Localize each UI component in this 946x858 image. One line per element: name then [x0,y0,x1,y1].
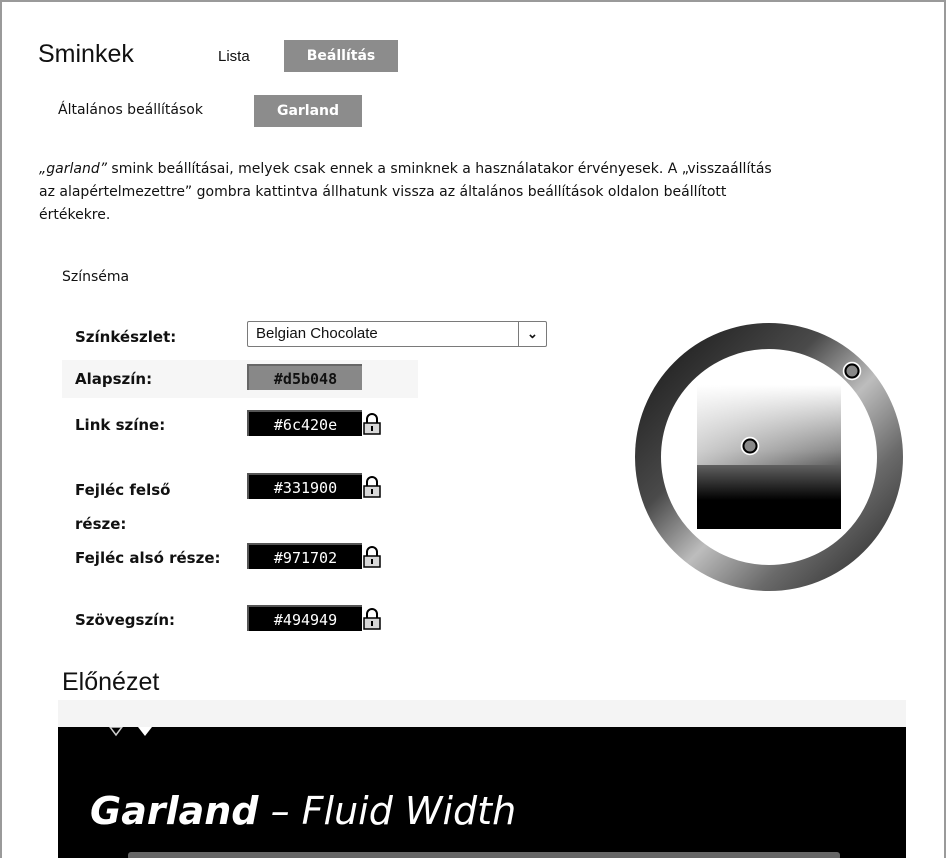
saturation-marker[interactable] [742,438,758,454]
lock-icon[interactable] [362,413,382,435]
header-bottom-label: Fejléc alsó része: [75,549,221,567]
color-wheel-picker[interactable] [634,322,904,592]
preview-site-slogan: – Fluid Width [258,789,517,833]
subtab-general[interactable]: Általános beállítások [58,102,203,118]
tab-settings[interactable]: Beállítás [284,40,398,72]
description-line-2: az alapértelmezettre” gombra kattintva á… [39,184,727,200]
page-title: Sminkek [38,40,134,68]
preview-site-name: Garland – Fluid Width [90,789,516,833]
description: „garland” smink beállításai, melyek csak… [39,158,934,227]
preview-nav-bar [128,852,840,858]
description-theme-name: „garland” [39,161,107,177]
link-color-label: Link színe: [75,416,166,434]
subtab-garland[interactable]: Garland [254,95,362,127]
color-scheme-legend: Színséma [62,269,130,285]
link-color-field[interactable]: #6c420e [247,410,362,436]
triangle-outline-icon [109,727,123,737]
preview-tab-markers [109,727,152,737]
saturation-square-highlight [697,385,841,465]
preset-select-value: Belgian Chocolate [256,325,378,342]
preset-label: Színkészlet: [75,328,177,346]
preview-top-strip [58,700,906,727]
chevron-down-icon[interactable]: ⌄ [518,322,546,346]
header-top-label-line-1: Fejléc felső [75,481,171,499]
text-color-label: Szövegszín: [75,611,176,629]
text-color-field[interactable]: #494949 [247,605,362,631]
triangle-filled-icon [138,727,152,736]
lock-icon[interactable] [362,476,382,498]
description-line-1: smink beállításai, melyek csak ennek a s… [106,161,772,177]
base-color-label: Alapszín: [75,370,153,388]
preview-header: Garland – Fluid Width [58,727,906,858]
tab-list[interactable]: Lista [218,48,250,65]
hue-marker[interactable] [844,363,860,379]
preset-select[interactable]: Belgian Chocolate ⌄ [247,321,547,347]
lock-icon[interactable] [362,608,382,630]
description-line-3: értékekre. [39,207,111,223]
preview-site-name-bold: Garland [90,789,259,833]
lock-icon[interactable] [362,546,382,568]
base-color-field[interactable]: #d5b048 [247,364,362,390]
header-bottom-field[interactable]: #971702 [247,543,362,569]
preview-title: Előnézet [62,668,160,696]
header-top-label: Fejléc felső része: [75,477,170,537]
header-top-field[interactable]: #331900 [247,473,362,499]
header-top-label-line-2: része: [75,515,127,533]
